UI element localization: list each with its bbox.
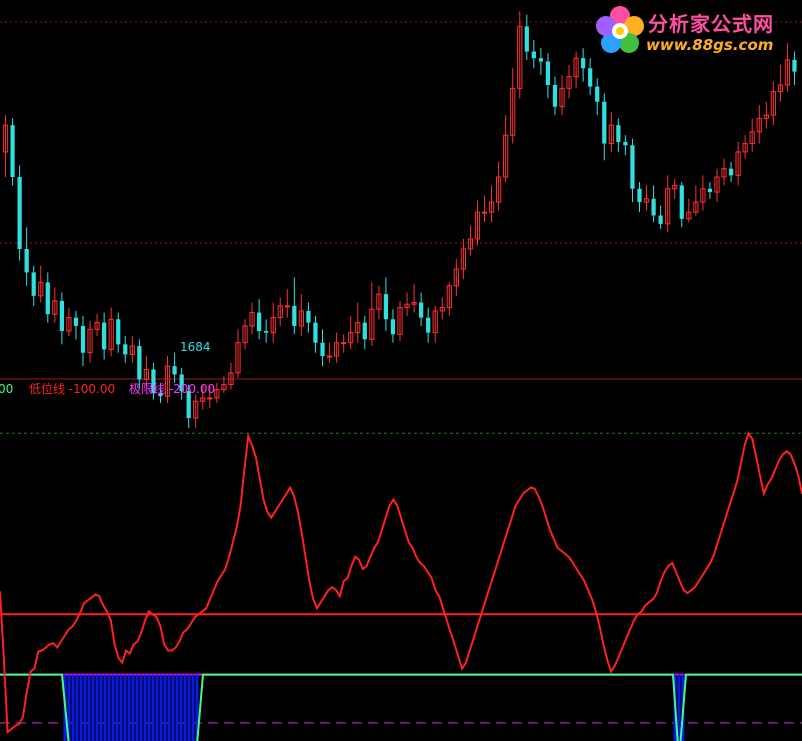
candle-body-down: [102, 322, 107, 350]
candle-body-down: [630, 145, 635, 189]
candle-body-down: [419, 302, 424, 318]
candle-body-down: [306, 310, 311, 323]
candle-body-down: [602, 101, 607, 144]
candle-body-down: [172, 366, 177, 375]
candle-body-down: [531, 51, 536, 59]
candle-body-down: [292, 305, 297, 326]
brand-url: www.88gs.com: [646, 36, 774, 54]
legend-first-fragment: 00: [0, 382, 13, 396]
candle-body-down: [73, 317, 79, 326]
price-panel: [0, 11, 802, 429]
candle-body-down: [637, 188, 642, 203]
flower-logo-icon: [596, 6, 644, 53]
candle-body-down: [320, 342, 325, 357]
candle-body-down: [59, 300, 64, 331]
candle-body-down: [616, 125, 621, 142]
candle-body-down: [426, 317, 431, 333]
candle-body-up: [481, 211, 488, 214]
low-price-label: 1684: [180, 340, 211, 354]
candle-body-down: [45, 282, 50, 315]
candle-body-down: [545, 61, 551, 85]
candle-body-down: [313, 322, 318, 343]
candle-body-down: [538, 58, 543, 62]
candle-body-down: [31, 272, 36, 296]
candle-body-down: [137, 346, 142, 380]
candle-body-down: [707, 188, 713, 193]
candle-body-up: [341, 342, 347, 345]
candle-body-down: [257, 312, 262, 331]
legend-low-line: 低位线 -100.00: [29, 381, 115, 396]
candle-body-down: [123, 344, 128, 355]
candle-body-down: [264, 330, 269, 333]
candle-body-down: [623, 141, 628, 146]
legend-limit-line: 极限线 -200.00: [129, 382, 215, 396]
chart-stage: 1684 00 低位线 -100.00 极限线 -200.00 分析家公式网 w…: [0, 0, 802, 741]
indicator-panel: [0, 430, 802, 741]
candle-body-down: [595, 86, 600, 102]
candle-body-up: [326, 355, 333, 358]
candle-body-up: [284, 305, 290, 308]
candle-body-down: [581, 58, 586, 69]
candle-body-down: [792, 59, 797, 72]
chart-svg: 1684 00 低位线 -100.00 极限线 -200.00: [0, 11, 802, 741]
candle-body-down: [552, 84, 558, 107]
candle-body-down: [588, 68, 593, 87]
candle-body-down: [80, 325, 86, 353]
candle-body-down: [679, 185, 684, 219]
brand-name: 分析家公式网: [648, 12, 774, 36]
candle-body-down: [116, 319, 121, 345]
brand-logo: 分析家公式网 www.88gs.com: [594, 4, 794, 58]
candle-body-down: [728, 168, 734, 176]
candle-body-down: [524, 26, 529, 52]
candle-body-down: [10, 125, 15, 178]
candle-body-down: [651, 198, 656, 216]
candle-body-down: [658, 215, 663, 224]
candle-body-up: [207, 397, 213, 400]
candle-body-down: [17, 177, 22, 249]
candle-body-down: [383, 294, 389, 320]
candle-body-down: [362, 322, 367, 340]
candle-body-down: [390, 319, 396, 335]
candle-body-down: [24, 248, 29, 273]
